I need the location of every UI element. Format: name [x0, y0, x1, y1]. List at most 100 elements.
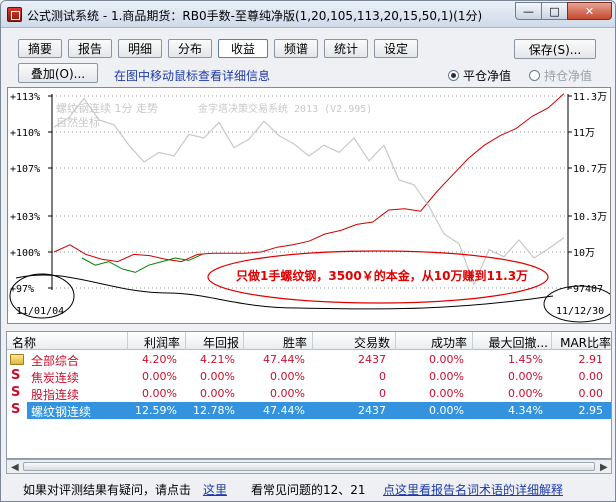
system-label: 金字塔决策交易系统 2013 (V2.995) — [198, 102, 372, 115]
tab-report[interactable]: 报告 — [68, 39, 112, 58]
tab-settings[interactable]: 设定 — [374, 39, 418, 58]
col-profit-rate[interactable]: 利润率 — [140, 334, 180, 351]
overlay-button[interactable]: 叠加(O)... — [18, 63, 98, 83]
series-equity-line — [53, 93, 565, 263]
row-cell: 1.45% — [508, 353, 543, 366]
radio-unselected-icon — [529, 70, 540, 81]
radio-open-equity[interactable]: 持仓净值 — [529, 67, 592, 84]
col-name[interactable]: 名称 — [12, 334, 36, 351]
radio-closed-equity[interactable]: 平仓净值 — [448, 67, 511, 84]
window-title: 公式测试系统 - 1.商品期货：RB0手数-至尊纯净版(1,20,105,113… — [27, 9, 483, 23]
row-cell: 0.00 — [578, 370, 604, 383]
tab-distribution[interactable]: 分布 — [168, 39, 212, 58]
col-win-rate[interactable]: 胜率 — [267, 334, 307, 351]
right-axis-label: 10.3万 — [573, 212, 607, 223]
table-row[interactable]: S 焦炭连续 0.00% 0.00% 0.00% 0 0.00% 0.00% 0.00 — [7, 368, 611, 386]
row-cell: 2437 — [358, 404, 386, 417]
app-icon — [7, 7, 22, 22]
tab-summary[interactable]: 摘要 — [18, 39, 62, 58]
maximize-button[interactable]: □ — [541, 2, 568, 20]
right-axis-label: 11.3万 — [573, 92, 607, 103]
s-icon: S — [11, 385, 21, 400]
left-axis-label: +110% — [10, 128, 40, 139]
row-name: 螺纹钢连续 — [31, 405, 92, 419]
row-cell: 2.95 — [578, 404, 604, 417]
scroll-thumb[interactable] — [23, 462, 595, 471]
app-window: 公式测试系统 - 1.商品期货：RB0手数-至尊纯净版(1,20,105,113… — [0, 0, 616, 502]
tab-spectrum[interactable]: 频谱 — [274, 39, 318, 58]
results-table[interactable]: 名称 利润率 年回报 胜率 交易数 成功率 最大回撤... MAR比率 全部综合… — [6, 331, 612, 459]
save-button[interactable]: 保存(S)... — [514, 39, 596, 59]
legend-series-label: 螺纹钢连续 1分 走势 — [56, 101, 158, 115]
left-axis-label: +103% — [10, 212, 40, 223]
row-cell: 0.00% — [429, 370, 464, 383]
table-row[interactable]: 全部综合 4.20% 4.21% 47.44% 2437 0.00% 1.45% 2.91 — [7, 351, 611, 368]
tab-statistics[interactable]: 统计 — [324, 39, 368, 58]
table-header: 名称 利润率 年回报 胜率 交易数 成功率 最大回撤... MAR比率 — [7, 332, 611, 350]
right-axis-label: 10万 — [573, 248, 595, 259]
row-cell: 0.00 — [578, 387, 604, 400]
row-cell: 4.34% — [508, 404, 543, 417]
close-button[interactable]: ✕ — [567, 2, 612, 20]
row-name: 全部综合 — [31, 354, 80, 368]
row-cell: 0 — [379, 387, 386, 400]
series-drawdown-line — [81, 253, 203, 273]
row-cell: 4.21% — [200, 353, 235, 366]
radio-selected-icon — [448, 70, 459, 81]
col-success-rate[interactable]: 成功率 — [427, 334, 467, 351]
footer-question: 如果对评测结果有疑问，请点击 — [23, 483, 192, 497]
row-cell: 0.00% — [142, 387, 177, 400]
row-cell: 0.00% — [508, 387, 543, 400]
tab-details[interactable]: 明细 — [118, 39, 162, 58]
row-name: 焦炭连续 — [31, 371, 80, 385]
row-cell: 12.59% — [135, 404, 177, 417]
annotation-text: 只做1手螺纹钢，3500￥的本金，从10万赚到11.3万 — [236, 268, 528, 283]
minimize-button[interactable]: — — [515, 2, 542, 20]
left-axis-label: +107% — [10, 164, 40, 175]
row-cell: 0.00% — [142, 370, 177, 383]
col-annual-return[interactable]: 年回报 — [199, 334, 239, 351]
right-axis-label: 11万 — [573, 128, 595, 139]
table-row[interactable]: S 螺纹钢连续 12.59% 12.78% 47.44% 2437 0.00% 4.34% 2.… — [7, 402, 611, 419]
footer-here-link[interactable]: 这里 — [203, 481, 227, 498]
radio-open-equity-label: 持仓净值 — [544, 69, 593, 83]
row-cell: 0 — [379, 370, 386, 383]
horizontal-scrollbar[interactable]: ◀ ▶ — [6, 459, 612, 474]
scroll-left-icon[interactable]: ◀ — [11, 462, 19, 473]
row-cell: 0.00% — [200, 370, 235, 383]
row-cell: 0.00% — [270, 387, 305, 400]
row-cell: 0.00% — [200, 387, 235, 400]
equity-chart[interactable]: +113% 11.3万 +110% 11万 +107% 10.7万 +103% 10.3万 +1… — [8, 88, 610, 323]
row-cell: 0.00% — [429, 387, 464, 400]
right-axis-label: 10.7万 — [573, 164, 607, 175]
equity-chart-panel[interactable]: +113% 11.3万 +110% 11万 +107% 10.7万 +103% 10.3万 +1… — [7, 87, 611, 324]
row-cell: 47.44% — [263, 353, 305, 366]
scroll-right-icon[interactable]: ▶ — [600, 462, 608, 473]
row-cell: 47.44% — [263, 404, 305, 417]
footer-terms-link[interactable]: 点这里看报告名词术语的详细解释 — [383, 481, 563, 498]
row-cell: 4.20% — [142, 353, 177, 366]
row-name: 股指连续 — [31, 388, 80, 402]
row-cell: 0.00% — [429, 353, 464, 366]
row-cell: 2437 — [358, 353, 386, 366]
row-cell: 0.00% — [508, 370, 543, 383]
footer-faq: 看常见问题的12、21 — [251, 483, 366, 497]
row-cell: 12.78% — [193, 404, 235, 417]
col-trade-count[interactable]: 交易数 — [340, 334, 390, 351]
tab-returns[interactable]: 收益 — [218, 39, 268, 58]
radio-closed-equity-label: 平仓净值 — [463, 69, 512, 83]
title-bar: 公式测试系统 - 1.商品期货：RB0手数-至尊纯净版(1,20,105,113… — [1, 1, 615, 28]
row-cell: 0.00% — [429, 404, 464, 417]
x-end-label: 11/12/30 — [556, 306, 604, 317]
col-max-drawdown[interactable]: 最大回撤... — [476, 334, 548, 351]
row-cell: 0.00% — [270, 370, 305, 383]
left-axis-label: +113% — [10, 92, 40, 103]
folder-icon — [10, 354, 24, 365]
chart-hint-text: 在图中移动鼠标查看详细信息 — [114, 69, 271, 83]
row-cell: 2.91 — [578, 353, 604, 366]
left-axis-label: +100% — [10, 248, 40, 259]
col-mar-ratio[interactable]: MAR比率 — [555, 334, 611, 351]
s-icon: S — [11, 402, 21, 417]
table-row[interactable]: S 股指连续 0.00% 0.00% 0.00% 0 0.00% 0.00% 0.00 — [7, 385, 611, 403]
s-icon: S — [11, 368, 21, 383]
